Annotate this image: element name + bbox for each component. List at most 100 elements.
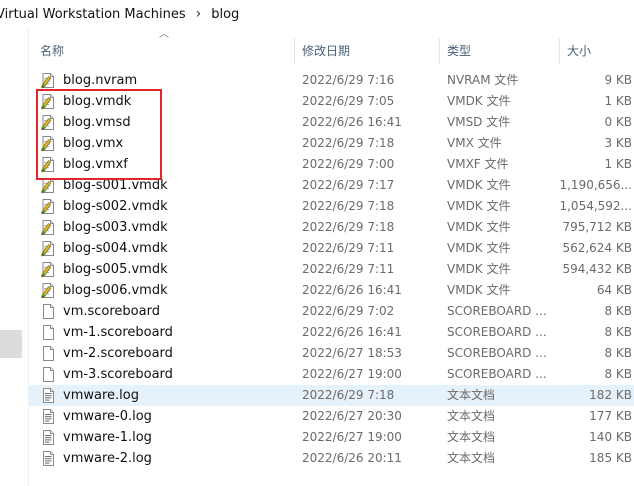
file-row[interactable]: vm-2.scoreboard 2022/6/27 18:53 SCOREBOARD…	[29, 343, 634, 364]
file-type: SCOREBOARD ...	[447, 346, 547, 360]
file-row[interactable]: vmware-1.log 2022/6/27 19:00 文本文档 140 KB	[29, 427, 634, 448]
file-size: 562,624 KB	[562, 241, 632, 255]
file-type: 文本文档	[447, 388, 496, 402]
file-row[interactable]: vm-3.scoreboard 2022/6/27 19:00 SCOREBOARD…	[29, 364, 634, 385]
file-name: blog.nvram	[63, 73, 138, 88]
breadcrumb: Virtual Workstation Machines › blog	[0, 0, 634, 28]
file-name: vmware-2.log	[63, 451, 152, 466]
file-name: blog-s006.vmdk	[63, 283, 168, 298]
file-size: 3 KB	[604, 136, 632, 150]
breadcrumb-item-blog[interactable]: blog	[209, 7, 241, 22]
file-row[interactable]: blog-s003.vmdk 2022/6/29 7:18 VMDK 文件 795,7…	[29, 217, 634, 238]
file-modified-date: 2022/6/26 16:41	[302, 325, 402, 339]
file-row[interactable]: vm-1.scoreboard 2022/6/26 16:41 SCOREBOARD…	[29, 322, 634, 343]
vm-file-icon	[40, 93, 57, 110]
file-type: 文本文档	[447, 451, 496, 465]
file-row[interactable]: blog-s005.vmdk 2022/6/29 7:11 VMDK 文件 594,4…	[29, 259, 634, 280]
file-row[interactable]: blog.vmsd 2022/6/26 16:41 VMSD 文件 0 KB	[29, 112, 634, 133]
file-type: NVRAM 文件	[447, 73, 519, 87]
file-modified-date: 2022/6/26 16:41	[302, 115, 402, 129]
vm-file-icon	[40, 198, 57, 215]
file-row[interactable]: vmware-0.log 2022/6/27 20:30 文本文档 177 KB	[29, 406, 634, 427]
blank-file-icon	[40, 345, 57, 362]
file-type: VMDK 文件	[447, 220, 511, 234]
file-name: vm-2.scoreboard	[63, 346, 173, 361]
file-size: 1,190,656...	[559, 178, 632, 192]
file-type: SCOREBOARD ...	[447, 367, 547, 381]
file-row[interactable]: vmware.log 2022/6/29 7:18 文本文档 182 KB	[29, 385, 634, 406]
file-size: 177 KB	[589, 409, 632, 423]
file-size: 1,054,592...	[559, 199, 632, 213]
file-row[interactable]: blog-s002.vmdk 2022/6/29 7:18 VMDK 文件 1,054…	[29, 196, 634, 217]
vm-file-icon	[40, 177, 57, 194]
file-name: blog.vmx	[63, 136, 124, 151]
blank-file-icon	[40, 303, 57, 320]
file-modified-date: 2022/6/29 7:02	[302, 304, 395, 318]
blank-file-icon	[40, 324, 57, 341]
file-size: 795,712 KB	[562, 220, 632, 234]
file-size: 9 KB	[604, 73, 632, 87]
file-type: VMDK 文件	[447, 262, 511, 276]
column-header-date[interactable]: 修改日期	[302, 34, 432, 66]
file-row[interactable]: blog.vmxf 2022/6/29 7:00 VMXF 文件 1 KB	[29, 154, 634, 175]
file-type: VMDK 文件	[447, 178, 511, 192]
file-list: blog.nvram 2022/6/29 7:16 NVRAM 文件 9 KB blog…	[29, 70, 634, 469]
vm-file-icon	[40, 240, 57, 257]
file-modified-date: 2022/6/29 7:18	[302, 388, 395, 402]
file-row[interactable]: blog.nvram 2022/6/29 7:16 NVRAM 文件 9 KB	[29, 70, 634, 91]
file-modified-date: 2022/6/27 20:30	[302, 409, 402, 423]
file-name: blog-s002.vmdk	[63, 199, 168, 214]
file-row[interactable]: blog-s006.vmdk 2022/6/26 16:41 VMDK 文件 64 K…	[29, 280, 634, 301]
file-name: blog.vmsd	[63, 115, 131, 130]
file-type: VMSD 文件	[447, 115, 511, 129]
vm-file-icon	[40, 219, 57, 236]
file-name: vm-3.scoreboard	[63, 367, 173, 382]
file-size: 594,432 KB	[562, 262, 632, 276]
file-size: 1 KB	[604, 94, 632, 108]
file-type: VMDK 文件	[447, 283, 511, 297]
file-size: 1 KB	[604, 157, 632, 171]
file-row[interactable]: blog-s001.vmdk 2022/6/29 7:17 VMDK 文件 1,190…	[29, 175, 634, 196]
file-modified-date: 2022/6/27 19:00	[302, 367, 402, 381]
file-modified-date: 2022/6/26 20:11	[302, 451, 402, 465]
column-divider[interactable]	[294, 38, 295, 64]
file-row[interactable]: blog.vmdk 2022/6/29 7:05 VMDK 文件 1 KB	[29, 91, 634, 112]
file-modified-date: 2022/6/29 7:00	[302, 157, 395, 171]
file-name: blog.vmdk	[63, 94, 132, 109]
file-row[interactable]: blog-s004.vmdk 2022/6/29 7:11 VMDK 文件 562,6…	[29, 238, 634, 259]
file-type: SCOREBOARD ...	[447, 325, 547, 339]
file-name: blog-s001.vmdk	[63, 178, 168, 193]
file-type: VMDK 文件	[447, 94, 511, 108]
file-row[interactable]: blog.vmx 2022/6/29 7:18 VMX 文件 3 KB	[29, 133, 634, 154]
column-header-type[interactable]: 类型	[447, 34, 547, 66]
file-modified-date: 2022/6/29 7:18	[302, 199, 395, 213]
file-modified-date: 2022/6/27 18:53	[302, 346, 402, 360]
file-size: 8 KB	[604, 304, 632, 318]
file-name: blog.vmxf	[63, 157, 128, 172]
column-header-name[interactable]: 名称	[40, 34, 290, 66]
file-row[interactable]: vm.scoreboard 2022/6/29 7:02 SCOREBOARD ..…	[29, 301, 634, 322]
column-divider[interactable]	[439, 38, 440, 64]
file-size: 140 KB	[589, 430, 632, 444]
navigation-pane-selected-item[interactable]	[0, 330, 22, 358]
file-modified-date: 2022/6/29 7:11	[302, 241, 395, 255]
chevron-right-icon[interactable]: ›	[188, 7, 210, 21]
file-row[interactable]: vmware-2.log 2022/6/26 20:11 文本文档 185 KB	[29, 448, 634, 469]
file-name: vm.scoreboard	[63, 304, 160, 319]
file-type: SCOREBOARD ...	[447, 304, 547, 318]
file-modified-date: 2022/6/29 7:17	[302, 178, 395, 192]
column-divider[interactable]	[559, 38, 560, 64]
column-header-size[interactable]: 大小	[567, 34, 627, 66]
file-size: 8 KB	[604, 346, 632, 360]
file-modified-date: 2022/6/26 16:41	[302, 283, 402, 297]
file-type: 文本文档	[447, 409, 496, 423]
file-name: vmware-1.log	[63, 430, 152, 445]
navigation-pane[interactable]	[0, 28, 22, 486]
file-type: VMDK 文件	[447, 199, 511, 213]
breadcrumb-item-virtual-workstation-machines[interactable]: Virtual Workstation Machines	[0, 7, 188, 22]
vm-file-icon	[40, 72, 57, 89]
column-header-bar: ︿ 名称 修改日期 类型 大小	[29, 30, 634, 66]
file-name: blog-s003.vmdk	[63, 220, 168, 235]
file-name: blog-s005.vmdk	[63, 262, 168, 277]
text-file-icon	[40, 408, 57, 425]
